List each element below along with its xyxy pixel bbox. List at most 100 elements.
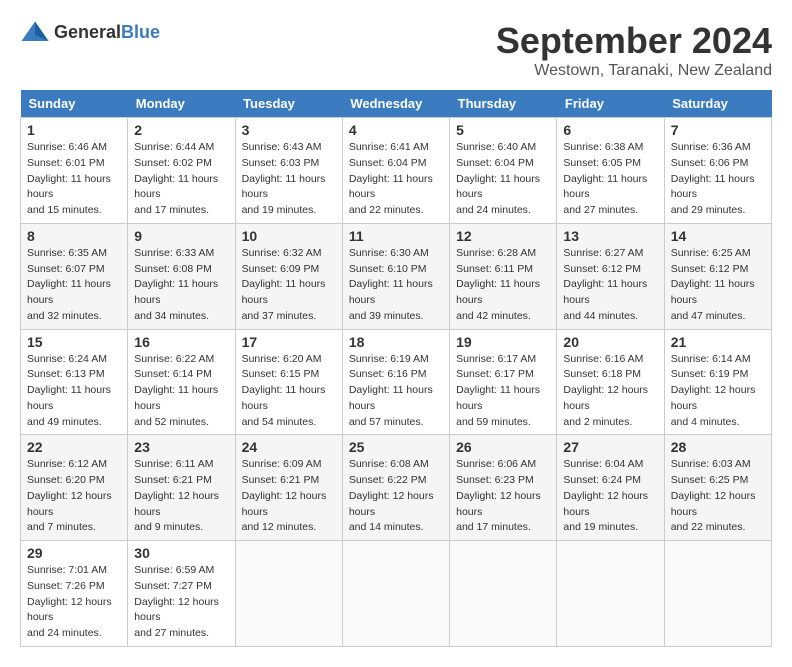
header-sunday: Sunday [21,90,128,118]
day-number: 4 [349,122,443,138]
calendar-cell: 17 Sunrise: 6:20 AMSunset: 6:15 PMDaylig… [235,329,342,435]
header-thursday: Thursday [450,90,557,118]
calendar-cell: 7 Sunrise: 6:36 AMSunset: 6:06 PMDayligh… [664,118,771,224]
day-info: Sunrise: 6:06 AMSunset: 6:23 PMDaylight:… [456,457,550,536]
day-number: 7 [671,122,765,138]
day-info: Sunrise: 7:01 AMSunset: 7:26 PMDaylight:… [27,563,121,642]
week-row-5: 29 Sunrise: 7:01 AMSunset: 7:26 PMDaylig… [21,541,772,647]
day-number: 6 [563,122,657,138]
title-area: September 2024 Westown, Taranaki, New Ze… [496,20,772,80]
day-number: 19 [456,334,550,350]
location-title: Westown, Taranaki, New Zealand [496,62,772,80]
calendar-cell: 15 Sunrise: 6:24 AMSunset: 6:13 PMDaylig… [21,329,128,435]
calendar-cell: 23 Sunrise: 6:11 AMSunset: 6:21 PMDaylig… [128,435,235,541]
header-wednesday: Wednesday [342,90,449,118]
calendar-cell: 12 Sunrise: 6:28 AMSunset: 6:11 PMDaylig… [450,223,557,329]
calendar-cell: 6 Sunrise: 6:38 AMSunset: 6:05 PMDayligh… [557,118,664,224]
day-info: Sunrise: 6:14 AMSunset: 6:19 PMDaylight:… [671,352,765,431]
calendar-cell [557,541,664,647]
day-number: 17 [242,334,336,350]
logo-blue: Blue [121,22,160,42]
calendar-cell: 18 Sunrise: 6:19 AMSunset: 6:16 PMDaylig… [342,329,449,435]
day-info: Sunrise: 6:28 AMSunset: 6:11 PMDaylight:… [456,246,550,325]
calendar-cell: 27 Sunrise: 6:04 AMSunset: 6:24 PMDaylig… [557,435,664,541]
week-row-2: 8 Sunrise: 6:35 AMSunset: 6:07 PMDayligh… [21,223,772,329]
header-monday: Monday [128,90,235,118]
day-info: Sunrise: 6:19 AMSunset: 6:16 PMDaylight:… [349,352,443,431]
day-number: 13 [563,228,657,244]
day-info: Sunrise: 6:43 AMSunset: 6:03 PMDaylight:… [242,140,336,219]
day-info: Sunrise: 6:36 AMSunset: 6:06 PMDaylight:… [671,140,765,219]
day-number: 11 [349,228,443,244]
calendar-cell: 20 Sunrise: 6:16 AMSunset: 6:18 PMDaylig… [557,329,664,435]
day-info: Sunrise: 6:04 AMSunset: 6:24 PMDaylight:… [563,457,657,536]
calendar-cell: 1 Sunrise: 6:46 AMSunset: 6:01 PMDayligh… [21,118,128,224]
day-number: 3 [242,122,336,138]
day-number: 20 [563,334,657,350]
day-number: 2 [134,122,228,138]
day-info: Sunrise: 6:16 AMSunset: 6:18 PMDaylight:… [563,352,657,431]
calendar-cell: 24 Sunrise: 6:09 AMSunset: 6:21 PMDaylig… [235,435,342,541]
calendar-table: Sunday Monday Tuesday Wednesday Thursday… [20,90,772,647]
calendar-cell: 16 Sunrise: 6:22 AMSunset: 6:14 PMDaylig… [128,329,235,435]
day-info: Sunrise: 6:46 AMSunset: 6:01 PMDaylight:… [27,140,121,219]
logo: GeneralBlue [20,20,160,44]
calendar-cell: 19 Sunrise: 6:17 AMSunset: 6:17 PMDaylig… [450,329,557,435]
day-number: 25 [349,439,443,455]
calendar-cell [450,541,557,647]
calendar-cell: 14 Sunrise: 6:25 AMSunset: 6:12 PMDaylig… [664,223,771,329]
calendar-cell: 4 Sunrise: 6:41 AMSunset: 6:04 PMDayligh… [342,118,449,224]
day-info: Sunrise: 6:30 AMSunset: 6:10 PMDaylight:… [349,246,443,325]
calendar-cell [342,541,449,647]
day-info: Sunrise: 6:03 AMSunset: 6:25 PMDaylight:… [671,457,765,536]
day-number: 23 [134,439,228,455]
calendar-cell: 8 Sunrise: 6:35 AMSunset: 6:07 PMDayligh… [21,223,128,329]
header-friday: Friday [557,90,664,118]
header-saturday: Saturday [664,90,771,118]
day-info: Sunrise: 6:59 AMSunset: 7:27 PMDaylight:… [134,563,228,642]
page-header: GeneralBlue September 2024 Westown, Tara… [20,20,772,80]
day-info: Sunrise: 6:40 AMSunset: 6:04 PMDaylight:… [456,140,550,219]
week-row-3: 15 Sunrise: 6:24 AMSunset: 6:13 PMDaylig… [21,329,772,435]
day-number: 9 [134,228,228,244]
calendar-cell: 2 Sunrise: 6:44 AMSunset: 6:02 PMDayligh… [128,118,235,224]
calendar-cell: 29 Sunrise: 7:01 AMSunset: 7:26 PMDaylig… [21,541,128,647]
day-number: 5 [456,122,550,138]
week-row-1: 1 Sunrise: 6:46 AMSunset: 6:01 PMDayligh… [21,118,772,224]
day-info: Sunrise: 6:44 AMSunset: 6:02 PMDaylight:… [134,140,228,219]
day-info: Sunrise: 6:35 AMSunset: 6:07 PMDaylight:… [27,246,121,325]
calendar-cell: 25 Sunrise: 6:08 AMSunset: 6:22 PMDaylig… [342,435,449,541]
day-info: Sunrise: 6:17 AMSunset: 6:17 PMDaylight:… [456,352,550,431]
day-number: 16 [134,334,228,350]
day-info: Sunrise: 6:09 AMSunset: 6:21 PMDaylight:… [242,457,336,536]
day-number: 14 [671,228,765,244]
day-number: 10 [242,228,336,244]
calendar-cell: 10 Sunrise: 6:32 AMSunset: 6:09 PMDaylig… [235,223,342,329]
logo-icon [20,20,50,44]
day-number: 22 [27,439,121,455]
day-info: Sunrise: 6:27 AMSunset: 6:12 PMDaylight:… [563,246,657,325]
day-number: 29 [27,545,121,561]
calendar-cell: 22 Sunrise: 6:12 AMSunset: 6:20 PMDaylig… [21,435,128,541]
day-number: 24 [242,439,336,455]
calendar-cell: 21 Sunrise: 6:14 AMSunset: 6:19 PMDaylig… [664,329,771,435]
day-number: 26 [456,439,550,455]
day-number: 21 [671,334,765,350]
day-info: Sunrise: 6:24 AMSunset: 6:13 PMDaylight:… [27,352,121,431]
day-info: Sunrise: 6:41 AMSunset: 6:04 PMDaylight:… [349,140,443,219]
day-info: Sunrise: 6:12 AMSunset: 6:20 PMDaylight:… [27,457,121,536]
calendar-cell: 30 Sunrise: 6:59 AMSunset: 7:27 PMDaylig… [128,541,235,647]
calendar-cell: 5 Sunrise: 6:40 AMSunset: 6:04 PMDayligh… [450,118,557,224]
day-number: 18 [349,334,443,350]
day-info: Sunrise: 6:08 AMSunset: 6:22 PMDaylight:… [349,457,443,536]
day-number: 30 [134,545,228,561]
logo-general: General [54,22,121,42]
day-number: 1 [27,122,121,138]
day-number: 27 [563,439,657,455]
header-tuesday: Tuesday [235,90,342,118]
calendar-cell: 3 Sunrise: 6:43 AMSunset: 6:03 PMDayligh… [235,118,342,224]
day-info: Sunrise: 6:25 AMSunset: 6:12 PMDaylight:… [671,246,765,325]
calendar-cell: 26 Sunrise: 6:06 AMSunset: 6:23 PMDaylig… [450,435,557,541]
day-info: Sunrise: 6:11 AMSunset: 6:21 PMDaylight:… [134,457,228,536]
calendar-cell: 9 Sunrise: 6:33 AMSunset: 6:08 PMDayligh… [128,223,235,329]
